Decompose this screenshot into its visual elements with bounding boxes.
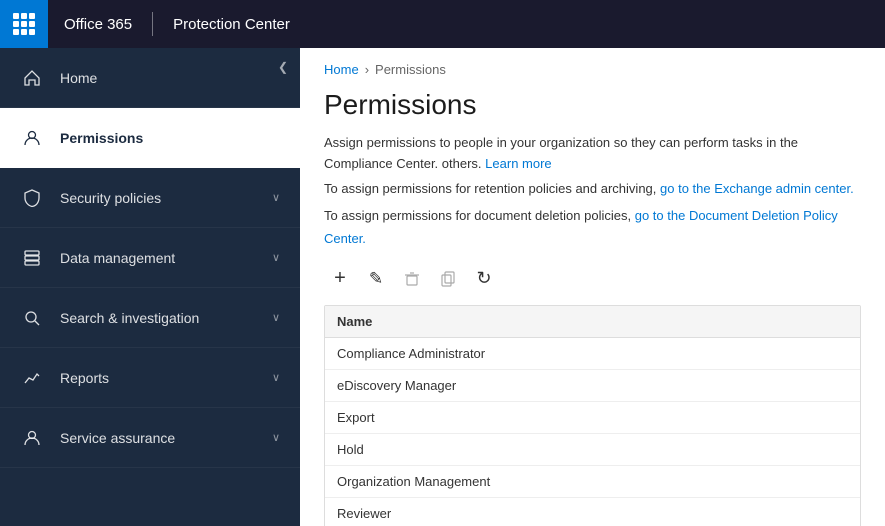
table-row[interactable]: Export — [325, 402, 860, 434]
sidebar-item-permissions[interactable]: Permissions — [0, 108, 300, 168]
permissions-icon — [20, 126, 44, 150]
breadcrumb-current: Permissions — [375, 62, 446, 77]
sidebar-item-data-management-chevron: ∨ — [272, 251, 280, 264]
main-layout: ❮ HomePermissionsSecurity policies∨Data … — [0, 48, 885, 526]
home-icon — [20, 66, 44, 90]
table-row[interactable]: Hold — [325, 434, 860, 466]
app-grid-button[interactable] — [0, 0, 48, 48]
exchange-prefix: To assign permissions for retention poli… — [324, 181, 656, 196]
exchange-line: To assign permissions for retention poli… — [300, 175, 885, 202]
description-text: Assign permissions to people in your org… — [324, 135, 798, 171]
data-management-icon — [20, 246, 44, 270]
topbar: Office 365 Protection Center — [0, 0, 885, 48]
page-title: Permissions — [300, 85, 885, 133]
sidebar-item-security-policies[interactable]: Security policies∨ — [0, 168, 300, 228]
service-assurance-icon — [20, 426, 44, 450]
sidebar-item-search-investigation[interactable]: Search & investigation∨ — [0, 288, 300, 348]
sidebar-item-service-assurance-label: Service assurance — [60, 430, 272, 446]
edit-button[interactable]: ✎ — [360, 263, 392, 295]
permissions-table: Name Compliance AdministratoreDiscovery … — [324, 305, 861, 526]
search-investigation-icon — [20, 306, 44, 330]
breadcrumb-separator: › — [365, 62, 369, 77]
security-policies-icon — [20, 186, 44, 210]
copy-icon — [440, 271, 456, 287]
sidebar-item-reports-label: Reports — [60, 370, 272, 386]
table-row[interactable]: eDiscovery Manager — [325, 370, 860, 402]
delete-button[interactable] — [396, 263, 428, 295]
description: Assign permissions to people in your org… — [300, 133, 885, 175]
refresh-button[interactable]: ↻ — [468, 263, 500, 295]
breadcrumb-home[interactable]: Home — [324, 62, 359, 77]
sidebar-item-home[interactable]: Home — [0, 48, 300, 108]
sidebar-item-data-management-label: Data management — [60, 250, 272, 266]
learn-more-link[interactable]: Learn more — [485, 156, 551, 171]
sidebar: ❮ HomePermissionsSecurity policies∨Data … — [0, 48, 300, 526]
table-row[interactable]: Compliance Administrator — [325, 338, 860, 370]
sidebar-item-search-investigation-chevron: ∨ — [272, 311, 280, 324]
sidebar-item-home-label: Home — [60, 70, 280, 86]
table-row[interactable]: Reviewer — [325, 498, 860, 526]
sidebar-item-reports[interactable]: Reports∨ — [0, 348, 300, 408]
deletion-line: To assign permissions for document delet… — [300, 202, 885, 253]
breadcrumb: Home › Permissions — [300, 48, 885, 85]
table-row[interactable]: Organization Management — [325, 466, 860, 498]
sidebar-item-security-policies-label: Security policies — [60, 190, 272, 206]
copy-button[interactable] — [432, 263, 464, 295]
sidebar-item-data-management[interactable]: Data management∨ — [0, 228, 300, 288]
content-area: Home › Permissions Permissions Assign pe… — [300, 48, 885, 526]
toolbar: + ✎ ↻ — [300, 253, 885, 305]
sidebar-item-search-investigation-label: Search & investigation — [60, 310, 272, 326]
reports-icon — [20, 366, 44, 390]
nav-items: HomePermissionsSecurity policies∨Data ma… — [0, 48, 300, 468]
description-others: others. — [442, 156, 482, 171]
delete-icon — [404, 271, 420, 287]
title-divider — [152, 12, 153, 36]
add-button[interactable]: + — [324, 263, 356, 295]
app-subtitle: Protection Center — [157, 16, 306, 33]
sidebar-item-service-assurance-chevron: ∨ — [272, 431, 280, 444]
sidebar-item-reports-chevron: ∨ — [272, 371, 280, 384]
sidebar-item-permissions-label: Permissions — [60, 130, 280, 146]
table-rows: Compliance AdministratoreDiscovery Manag… — [325, 338, 860, 526]
sidebar-item-security-policies-chevron: ∨ — [272, 191, 280, 204]
exchange-admin-link[interactable]: go to the Exchange admin center. — [660, 181, 854, 196]
app-title: Office 365 — [48, 16, 148, 33]
deletion-prefix: To assign permissions for document delet… — [324, 208, 631, 223]
table-header: Name — [325, 306, 860, 338]
grid-icon — [13, 13, 35, 35]
sidebar-item-service-assurance[interactable]: Service assurance∨ — [0, 408, 300, 468]
